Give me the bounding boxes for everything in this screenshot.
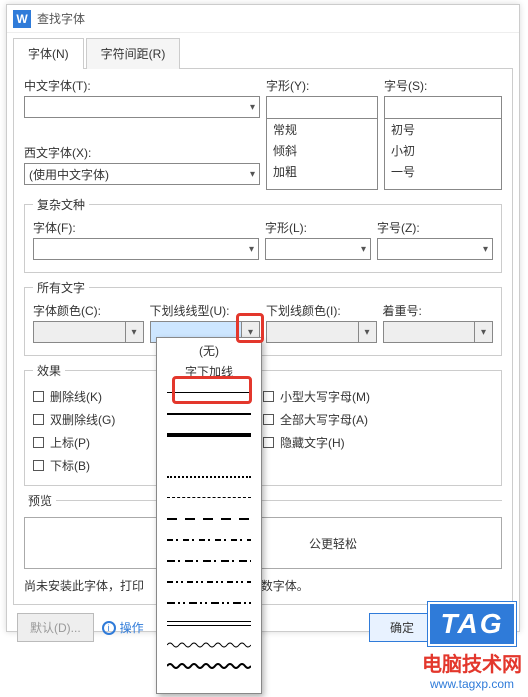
font-color-dropdown[interactable]: ▾ (33, 321, 144, 343)
chevron-down-icon: ▾ (250, 169, 255, 180)
annotation-highlight (172, 376, 252, 404)
check-hidden[interactable]: 隐藏文字(H) (263, 431, 493, 454)
checkbox-icon (263, 437, 274, 448)
label-font-color: 字体颜色(C): (33, 302, 144, 319)
label-em-mark: 着重号: (383, 302, 494, 319)
checkbox-icon (33, 460, 44, 471)
chevron-down-icon: ▾ (364, 327, 369, 338)
underline-option-wave[interactable] (157, 634, 261, 655)
cn-font-combo[interactable]: ▾ (24, 96, 260, 118)
operations-link[interactable]: i 操作 (102, 619, 144, 636)
effects-group: 效果 删除线(K) 小型大写字母(M) 双删除线(G) 全部大写字母(A) 上标… (24, 362, 502, 486)
chevron-down-icon: ▾ (249, 244, 254, 255)
info-icon: i (102, 621, 116, 635)
watermark-logo: TAG 电脑技术网 www.tagxp.com (422, 602, 522, 691)
underline-option-dash-dot-dot-heavy[interactable] (157, 592, 261, 613)
checkbox-icon (33, 437, 44, 448)
underline-option-wave-heavy[interactable] (157, 655, 261, 676)
size-input[interactable] (384, 96, 502, 118)
preview-box: 公更轻松 (24, 517, 502, 569)
checkbox-icon (33, 414, 44, 425)
size-option[interactable]: 初号 (385, 119, 501, 140)
underline-option-long-dash[interactable] (157, 508, 261, 529)
label-west-font: 西文字体(X): (24, 144, 260, 161)
chevron-down-icon: ▾ (361, 244, 366, 255)
check-small-caps[interactable]: 小型大写字母(M) (263, 385, 493, 408)
app-icon: W (13, 10, 31, 28)
underline-option-dash-dot-dot[interactable] (157, 571, 261, 592)
style-option[interactable]: 加粗 (267, 161, 377, 182)
emphasis-mark-dropdown[interactable]: ▾ (383, 321, 494, 343)
size-listbox[interactable]: 初号 小初 一号 (384, 118, 502, 190)
underline-option-dash-dot-heavy[interactable] (157, 550, 261, 571)
logo-url: www.tagxp.com (430, 677, 514, 691)
label-c-style: 字形(L): (265, 219, 371, 236)
chevron-down-icon: ▾ (481, 327, 486, 338)
logo-cn: 电脑技术网 (422, 648, 522, 677)
style-option[interactable]: 常规 (267, 119, 377, 140)
underline-option-dash[interactable] (157, 487, 261, 508)
underline-option-thick[interactable] (157, 403, 261, 424)
chevron-down-icon: ▾ (131, 327, 136, 338)
checkbox-icon (263, 391, 274, 402)
font-note: 尚未安装此字体，打印 数字体。 (24, 577, 502, 594)
underline-option-double[interactable] (157, 613, 261, 634)
preview-group: 预览 公更轻松 (24, 492, 502, 569)
default-button[interactable]: 默认(D)... (17, 613, 94, 642)
style-input[interactable] (266, 96, 378, 118)
checkbox-icon (33, 391, 44, 402)
complex-style-combo[interactable]: ▾ (265, 238, 371, 260)
tab-strip: 字体(N) 字符间距(R) (7, 33, 519, 68)
tab-char-spacing[interactable]: 字符间距(R) (86, 38, 181, 69)
west-font-value: (使用中文字体) (29, 166, 109, 183)
legend-complex: 复杂文种 (33, 196, 89, 213)
underline-option-fine-dotted[interactable] (157, 445, 261, 466)
label-size: 字号(S): (384, 77, 502, 94)
west-font-combo[interactable]: (使用中文字体) ▾ (24, 163, 260, 185)
style-option[interactable]: 倾斜 (267, 140, 377, 161)
legend-effects: 效果 (33, 362, 65, 379)
style-listbox[interactable]: 常规 倾斜 加粗 (266, 118, 378, 190)
legend-preview: 预览 (24, 492, 56, 509)
underline-color-dropdown[interactable]: ▾ (266, 321, 377, 343)
label-c-font: 字体(F): (33, 219, 259, 236)
titlebar: W 查找字体 (7, 5, 519, 33)
label-cn-font: 中文字体(T): (24, 77, 260, 94)
label-c-size: 字号(Z): (377, 219, 493, 236)
tab-font[interactable]: 字体(N) (13, 38, 84, 69)
chevron-down-icon: ▾ (483, 244, 488, 255)
logo-tag: TAG (428, 602, 515, 646)
dialog-title: 查找字体 (37, 10, 85, 27)
underline-option-heavy[interactable] (157, 424, 261, 445)
chevron-down-icon: ▾ (250, 102, 255, 113)
size-option[interactable]: 小初 (385, 140, 501, 161)
label-style: 字形(Y): (266, 77, 378, 94)
size-option[interactable]: 一号 (385, 161, 501, 182)
check-all-caps[interactable]: 全部大写字母(A) (263, 408, 493, 431)
complex-font-combo[interactable]: ▾ (33, 238, 259, 260)
complex-scripts-group: 复杂文种 字体(F): ▾ 字形(L): ▾ 字号(Z): ▾ (24, 196, 502, 273)
annotation-highlight (236, 313, 264, 343)
label-ul-color: 下划线颜色(I): (266, 302, 377, 319)
legend-all-text: 所有文字 (33, 279, 89, 296)
underline-option-none[interactable]: (无) (157, 340, 261, 361)
checkbox-icon (263, 414, 274, 425)
complex-size-combo[interactable]: ▾ (377, 238, 493, 260)
underline-option-dash-dot[interactable] (157, 529, 261, 550)
underline-option-dotted[interactable] (157, 466, 261, 487)
